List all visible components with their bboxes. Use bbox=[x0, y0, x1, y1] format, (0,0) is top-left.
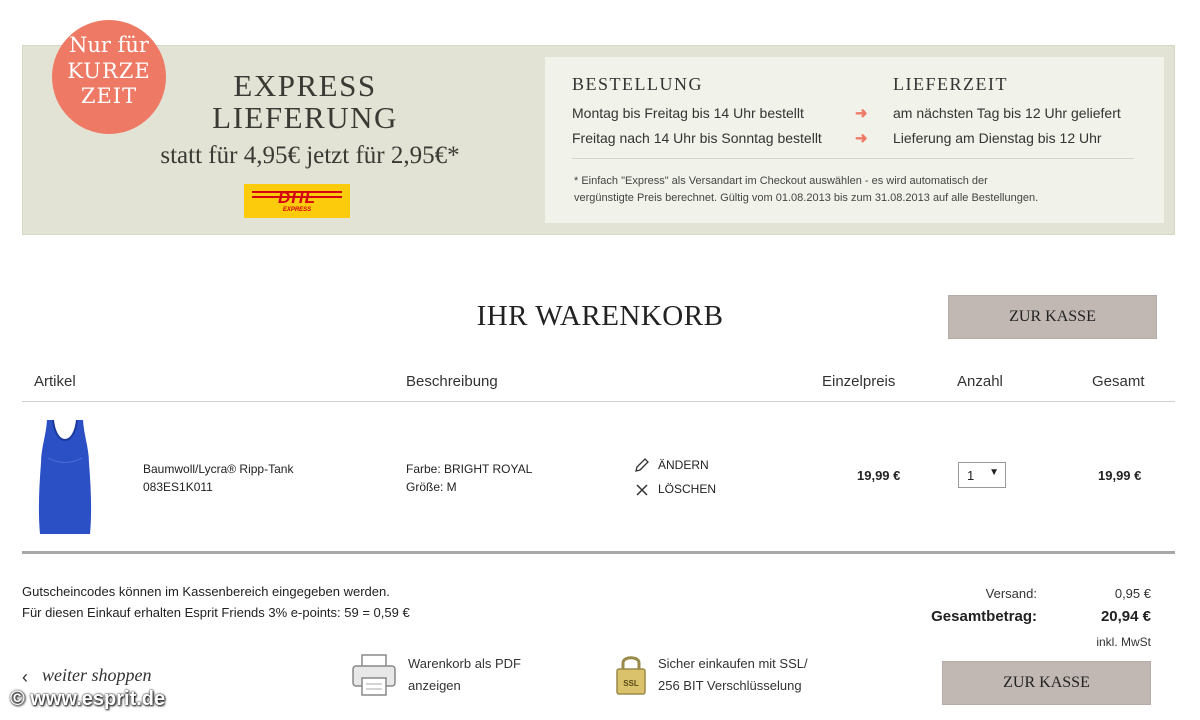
vat-note: inkl. MwSt bbox=[1096, 635, 1151, 649]
edit-label[interactable]: ÄNDERN bbox=[658, 456, 709, 474]
footnote-line-1: * Einfach "Express" als Versandart im Ch… bbox=[574, 175, 988, 187]
continue-shopping-label[interactable]: weiter shoppen bbox=[42, 665, 152, 686]
checkout-button-top[interactable]: ZUR KASSE bbox=[948, 295, 1157, 339]
column-header-description: Beschreibung bbox=[406, 373, 498, 390]
total-value: 20,94 € bbox=[1100, 608, 1151, 625]
badge-line-2: KURZE bbox=[67, 59, 151, 83]
unit-price: 19,99 € bbox=[857, 468, 901, 483]
promo-badge: Nur für KURZE ZEIT bbox=[52, 20, 166, 134]
divider bbox=[572, 158, 1134, 159]
product-attributes: Farbe: BRIGHT ROYAL Größe: M bbox=[406, 460, 532, 496]
line-total: 19,99 € bbox=[1098, 468, 1142, 483]
order-column-title: BESTELLUNG bbox=[572, 74, 703, 94]
pdf-label-line-2[interactable]: anzeigen bbox=[408, 675, 521, 697]
column-header-total: Gesamt bbox=[1092, 373, 1145, 390]
product-image[interactable] bbox=[34, 418, 96, 536]
express-title-line-1: EXPRESS bbox=[233, 68, 377, 103]
ssl-label-line-2: 256 BIT Verschlüsselung bbox=[658, 678, 802, 693]
dhl-logo-text: DHL bbox=[278, 188, 316, 207]
close-icon bbox=[636, 484, 648, 496]
pencil-icon bbox=[635, 458, 649, 472]
quantity-value: 1 bbox=[967, 468, 975, 483]
product-size: Größe: M bbox=[406, 480, 457, 494]
total-label: Gesamtbetrag: bbox=[931, 608, 1037, 625]
product-name[interactable]: Baumwoll/Lycra® Ripp-Tank 083ES1K011 bbox=[143, 460, 293, 496]
chevron-left-icon: ‹ bbox=[22, 667, 28, 687]
column-header-quantity: Anzahl bbox=[957, 373, 1003, 390]
shipping-label: Versand: bbox=[985, 586, 1037, 601]
product-color: Farbe: BRIGHT ROYAL bbox=[406, 462, 533, 476]
order-time-2: Freitag nach 14 Uhr bis Sonntag bestellt bbox=[572, 130, 822, 146]
shipping-value: 0,95 € bbox=[1114, 586, 1151, 601]
printer-icon[interactable] bbox=[351, 654, 397, 696]
voucher-note: Gutscheincodes können im Kassenbereich e… bbox=[22, 584, 390, 599]
column-header-unit-price: Einzelpreis bbox=[822, 373, 896, 390]
dhl-logo-sub: EXPRESS bbox=[282, 207, 312, 213]
express-title: EXPRESS LIEFERUNG bbox=[185, 70, 425, 134]
pdf-link[interactable]: Warenkorb als PDF anzeigen bbox=[408, 653, 521, 697]
delivery-time-1: am nächsten Tag bis 12 Uhr geliefert bbox=[893, 105, 1121, 121]
lock-icon: SSL bbox=[616, 656, 646, 695]
arrow-right-icon: ➜ bbox=[855, 105, 868, 122]
quantity-select[interactable]: 1 ▼ bbox=[958, 462, 1006, 488]
express-title-line-2: LIEFERUNG bbox=[212, 100, 398, 135]
footnote-line-2: vergünstigte Preis berechnet. Gültig vom… bbox=[574, 192, 1039, 204]
product-sku: 083ES1K011 bbox=[143, 480, 213, 494]
points-note: Für diesen Einkauf erhalten Esprit Frien… bbox=[22, 605, 410, 620]
delivery-column-title: LIEFERZEIT bbox=[893, 74, 1008, 94]
chevron-down-icon: ▼ bbox=[989, 467, 999, 478]
express-price: statt für 4,95€ jetzt für 2,95€* bbox=[160, 142, 460, 169]
ssl-info: Sicher einkaufen mit SSL/ 256 BIT Versch… bbox=[658, 653, 808, 697]
ssl-badge-text: SSL bbox=[623, 679, 639, 688]
badge-line-1: Nur für bbox=[69, 33, 149, 57]
pdf-label-line-1[interactable]: Warenkorb als PDF bbox=[408, 653, 521, 675]
delivery-time-2: Lieferung am Dienstag bis 12 Uhr bbox=[893, 130, 1102, 146]
watermark: © www.esprit.de bbox=[10, 688, 166, 710]
dhl-logo: DHL EXPRESS bbox=[244, 184, 350, 218]
page-title: IHR WARENKORB bbox=[476, 300, 724, 332]
delete-label[interactable]: LÖSCHEN bbox=[658, 480, 716, 498]
express-footnote: * Einfach "Express" als Versandart im Ch… bbox=[574, 173, 1134, 207]
arrow-right-icon: ➜ bbox=[855, 130, 868, 147]
ssl-label-line-1: Sicher einkaufen mit SSL/ bbox=[658, 656, 808, 671]
checkout-button-bottom[interactable]: ZUR KASSE bbox=[942, 661, 1151, 705]
badge-line-3: ZEIT bbox=[80, 84, 138, 108]
product-title[interactable]: Baumwoll/Lycra® Ripp-Tank bbox=[143, 460, 293, 478]
divider bbox=[22, 401, 1175, 402]
divider bbox=[22, 551, 1175, 554]
column-header-article: Artikel bbox=[34, 373, 76, 390]
order-time-1: Montag bis Freitag bis 14 Uhr bestellt bbox=[572, 105, 804, 121]
